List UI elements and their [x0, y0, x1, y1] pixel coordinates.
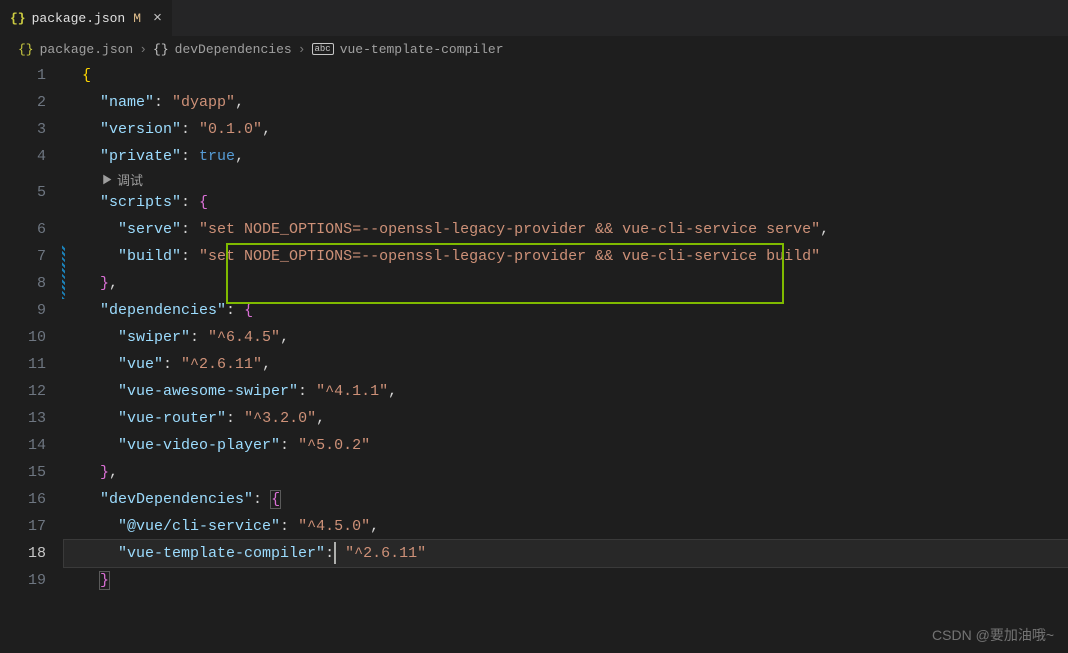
code-line[interactable]: "@vue/cli-service": "^4.5.0", — [64, 513, 1068, 540]
tab-package-json[interactable]: {} package.json M × — [0, 0, 173, 36]
code-line[interactable]: }, — [64, 459, 1068, 486]
codelens-label: 调试 — [117, 170, 143, 189]
string-symbol-icon: abc — [312, 43, 334, 55]
editor[interactable]: 1 2 3 4 5 6 7 8 9 10 11 12 13 14 15 16 1… — [0, 62, 1068, 594]
code-line[interactable]: "vue": "^2.6.11", — [64, 351, 1068, 378]
code-line[interactable]: "version": "0.1.0", — [64, 116, 1068, 143]
tab-bar: {} package.json M × — [0, 0, 1068, 36]
codelens-debug[interactable]: 调试 — [100, 170, 143, 189]
code-line[interactable]: { — [64, 62, 1068, 89]
modified-indicator: M — [133, 11, 141, 26]
code-area[interactable]: { "name": "dyapp", "version": "0.1.0", "… — [64, 62, 1068, 594]
close-icon[interactable]: × — [153, 10, 162, 27]
code-line[interactable]: "vue-video-player": "^5.0.2" — [64, 432, 1068, 459]
code-line[interactable]: "dependencies": { — [64, 297, 1068, 324]
code-line[interactable]: "name": "dyapp", — [64, 89, 1068, 116]
code-line[interactable]: "swiper": "^6.4.5", — [64, 324, 1068, 351]
chevron-right-icon: › — [139, 42, 147, 57]
object-icon: {} — [153, 42, 169, 57]
breadcrumb-section[interactable]: devDependencies — [175, 42, 292, 57]
watermark: CSDN @要加油哦~ — [932, 625, 1054, 645]
code-line[interactable]: "private": true, — [64, 143, 1068, 170]
line-number-gutter: 1 2 3 4 5 6 7 8 9 10 11 12 13 14 15 16 1… — [0, 62, 64, 594]
code-line[interactable]: "serve": "set NODE_OPTIONS=--openssl-leg… — [64, 216, 1068, 243]
json-file-icon: {} — [18, 42, 34, 57]
chevron-right-icon: › — [298, 42, 306, 57]
tab-filename: package.json — [32, 11, 126, 26]
json-file-icon: {} — [10, 11, 26, 26]
breadcrumb-file[interactable]: package.json — [40, 42, 134, 57]
breadcrumb-symbol[interactable]: vue-template-compiler — [340, 42, 504, 57]
code-line[interactable]: "vue-router": "^3.2.0", — [64, 405, 1068, 432]
code-line[interactable]: "build": "set NODE_OPTIONS=--openssl-leg… — [64, 243, 1068, 270]
code-line[interactable]: "devDependencies": { — [64, 486, 1068, 513]
breadcrumb[interactable]: {} package.json › {} devDependencies › a… — [0, 36, 1068, 62]
modified-lines-indicator — [62, 245, 65, 299]
code-line[interactable]: } — [64, 567, 1068, 594]
code-line[interactable]: "vue-awesome-swiper": "^4.1.1", — [64, 378, 1068, 405]
code-line[interactable]: "scripts": { — [64, 189, 1068, 216]
code-line[interactable]: "vue-template-compiler": "^2.6.11" — [64, 540, 1068, 567]
code-line[interactable]: }, — [64, 270, 1068, 297]
play-icon — [100, 173, 113, 186]
